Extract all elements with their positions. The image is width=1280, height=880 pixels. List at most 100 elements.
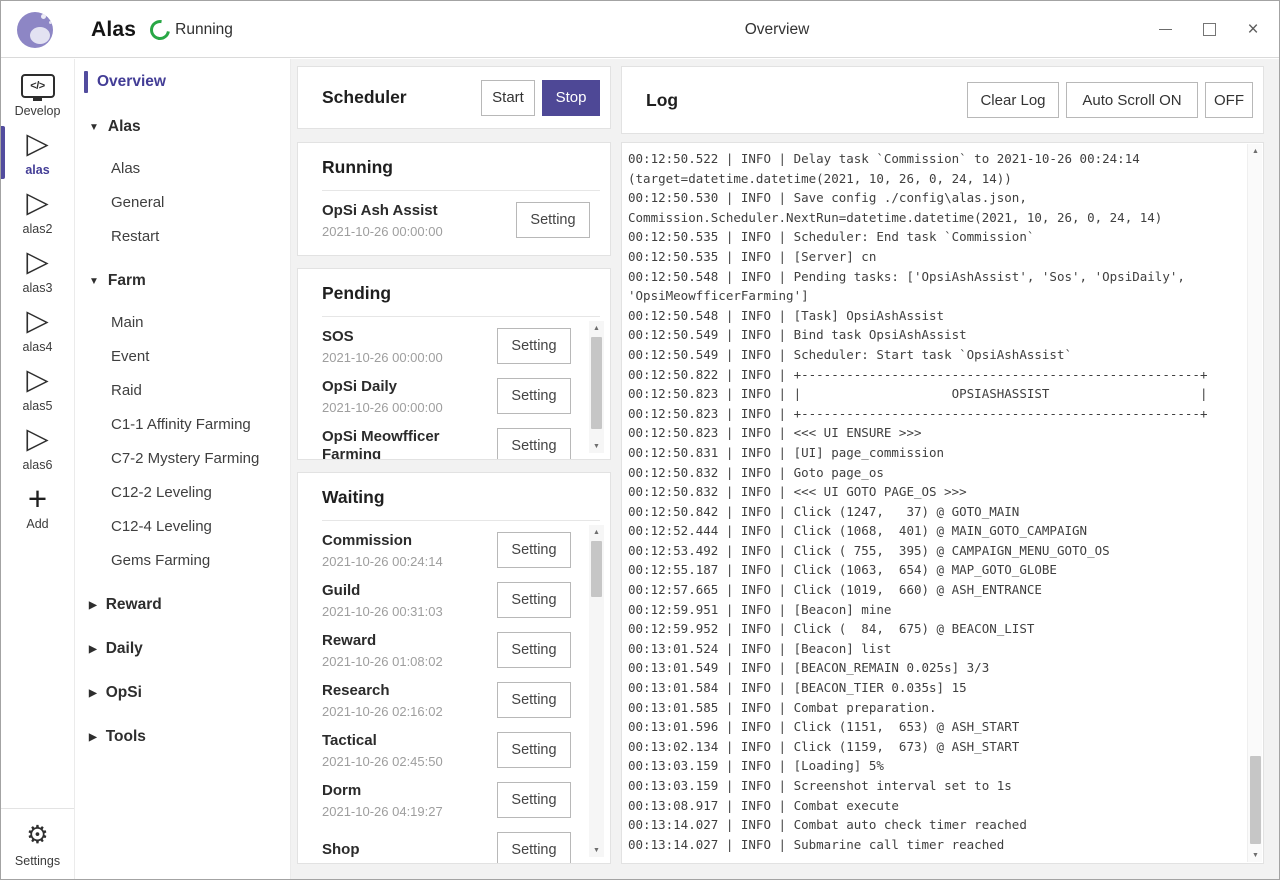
scroll-thumb[interactable] [1250,756,1261,844]
scroll-down-icon[interactable]: ▼ [589,439,604,453]
setting-button[interactable]: Setting [497,582,571,618]
close-button[interactable]: × [1231,10,1275,50]
log-panel-body: 00:12:50.522 | INFO | Delay task `Commis… [621,142,1264,864]
pending-scrollbar[interactable]: ▲ ▼ [589,321,604,453]
log-line: Commission.Scheduler.NextRun=datetime.da… [628,208,1241,228]
log-line: 00:12:52.444 | INFO | Click (1068, 401) … [628,521,1241,541]
setting-button[interactable]: Setting [497,632,571,668]
nav-item-c12-4-leveling[interactable]: C12-4 Leveling [75,514,290,538]
stop-button[interactable]: Stop [542,80,600,116]
log-line: 00:13:01.524 | INFO | [Beacon] list [628,639,1241,659]
clear-log-button[interactable]: Clear Log [967,82,1059,118]
scroll-up-icon[interactable]: ▲ [589,321,604,335]
nav-item-opsi[interactable]: ▶OpSi [75,681,290,705]
log-line: 00:12:53.492 | INFO | Click ( 755, 395) … [628,541,1241,561]
rail-footer: ⚙ Settings [1,808,74,879]
log-line: 00:12:55.187 | INFO | Click (1063, 654) … [628,560,1241,580]
setting-button[interactable]: Setting [497,682,571,718]
scroll-up-icon[interactable]: ▲ [1248,144,1263,158]
rail-item-alas4[interactable]: ▷ alas4 [1,300,74,359]
rail-item-alas2[interactable]: ▷alas2 [1,182,74,241]
nav-item-tools[interactable]: ▶Tools [75,725,290,749]
nav-item-label: C12-4 Leveling [111,518,212,535]
chevron-right-icon: ▶ [89,644,97,655]
setting-button[interactable]: Setting [497,782,571,818]
scroll-thumb[interactable] [591,541,602,597]
auto-scroll-on-button[interactable]: Auto Scroll ON [1066,82,1198,118]
task-time: 2021-10-26 01:08:02 [322,654,489,669]
auto-scroll-off-button[interactable]: OFF [1205,82,1253,118]
chevron-right-icon: ▶ [89,732,97,743]
task-name: Guild [322,582,489,600]
nav-item-alas[interactable]: Alas [75,156,290,180]
window-title: Overview [291,1,1263,58]
log-line: 00:13:01.585 | INFO | Combat preparation… [628,698,1241,718]
task-time: 2021-10-26 00:00:00 [322,350,489,365]
nav-item-c1-1-affinity-farming[interactable]: C1-1 Affinity Farming [75,412,290,436]
rail-item-label: alas4 [23,340,53,354]
nav-item-alas[interactable]: ▼Alas [75,115,290,139]
nav-item-raid[interactable]: Raid [75,378,290,402]
log-line: 00:12:50.548 | INFO | Pending tasks: ['O… [628,267,1241,287]
rail-item-alas[interactable]: ▷alas [1,123,74,182]
scroll-down-icon[interactable]: ▼ [589,843,604,857]
setting-button[interactable]: Setting [516,202,590,238]
scroll-up-icon[interactable]: ▲ [589,525,604,539]
nav-item-c7-2-mystery-farming[interactable]: C7-2 Mystery Farming [75,446,290,470]
minimize-button[interactable] [1143,10,1187,50]
maximize-icon [1203,23,1216,36]
task-info: SOS 2021-10-26 00:00:00 [322,328,497,365]
nav-item-daily[interactable]: ▶Daily [75,637,290,661]
setting-button[interactable]: Setting [497,378,571,414]
log-line: 00:12:50.832 | INFO | Goto page_os [628,463,1241,483]
nav-item-main[interactable]: Main [75,310,290,334]
scroll-thumb[interactable] [591,337,602,429]
rail-item-label: alas6 [23,458,53,472]
rail-item-alas6[interactable]: ▷alas6 [1,418,74,477]
play-icon: ▷ [26,306,48,338]
log-line: 00:12:50.832 | INFO | <<< UI GOTO PAGE_O… [628,482,1241,502]
rail-item-alas3[interactable]: ▷alas3 [1,241,74,300]
rail-item-add[interactable]: +Add [1,477,74,536]
maximize-button[interactable] [1187,10,1231,50]
task-row: SOS 2021-10-26 00:00:00 Setting [322,321,571,371]
nav-item-label: Raid [111,382,142,399]
log-line: 00:13:02.134 | INFO | Click (1159, 673) … [628,737,1241,757]
log-line: 00:12:50.823 | INFO | +-----------------… [628,404,1241,424]
log-scrollbar[interactable]: ▲ ▼ [1247,144,1262,862]
rail-item-alas5[interactable]: ▷alas5 [1,359,74,418]
nav-item-farm[interactable]: ▼Farm [75,269,290,293]
start-button[interactable]: Start [481,80,535,116]
task-name: SOS [322,328,489,346]
nav-item-c12-2-leveling[interactable]: C12-2 Leveling [75,480,290,504]
nav-item-reward[interactable]: ▶Reward [75,593,290,617]
task-info: Shop [322,841,497,859]
task-time: 2021-10-26 00:00:00 [322,400,489,415]
pending-task-list: SOS2021-10-26 00:00:00SettingOpSi Daily2… [298,317,610,460]
rail-item-label: Settings [15,854,60,868]
setting-button[interactable]: Setting [497,328,571,364]
setting-button[interactable]: Setting [497,732,571,768]
app-window: Alas Running Overview × </>Develop▷alas▷… [0,0,1280,880]
rail-item-settings[interactable]: ⚙ Settings [1,814,74,873]
setting-button[interactable]: Setting [497,532,571,568]
nav-item-event[interactable]: Event [75,344,290,368]
task-time: 2021-10-26 00:00:00 [322,224,508,239]
task-time: 2021-10-26 04:19:27 [322,804,489,819]
setting-button[interactable]: Setting [497,832,571,864]
nav-item-overview[interactable]: Overview [75,70,290,94]
task-info: Research2021-10-26 02:16:02 [322,682,497,719]
nav-item-general[interactable]: General [75,190,290,214]
scheduler-status-text: Running [175,21,233,39]
task-info: Reward2021-10-26 01:08:02 [322,632,497,669]
chevron-down-icon: ▼ [89,276,99,287]
setting-button[interactable]: Setting [497,428,571,460]
nav-item-label: Event [111,348,149,365]
scroll-down-icon[interactable]: ▼ [1248,848,1263,862]
rail-item-develop[interactable]: </>Develop [1,64,74,123]
log-line: 00:12:50.535 | INFO | Scheduler: End tas… [628,227,1241,247]
nav-item-restart[interactable]: Restart [75,224,290,248]
task-name: Tactical [322,732,489,750]
nav-item-gems-farming[interactable]: Gems Farming [75,548,290,572]
waiting-scrollbar[interactable]: ▲ ▼ [589,525,604,857]
